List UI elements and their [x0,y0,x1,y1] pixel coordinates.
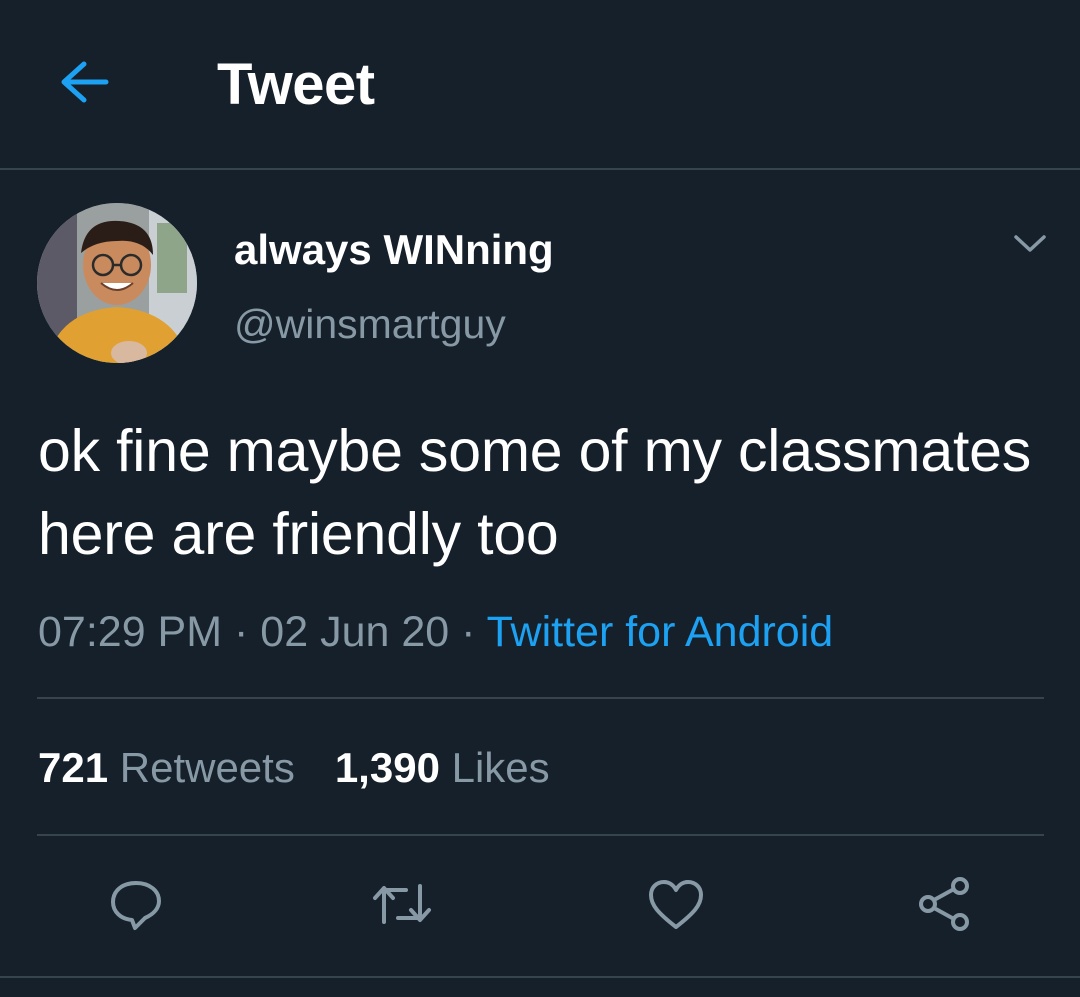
chevron-down-icon [1013,234,1047,259]
share-icon [914,874,974,939]
retweets-stat[interactable]: 721 Retweets [38,740,295,796]
meta-separator: · [461,608,487,656]
avatar[interactable] [37,203,197,363]
likes-count: 1,390 [334,744,452,791]
meta-separator: · [234,608,261,656]
like-icon [646,877,706,936]
tweet-date: 02 Jun 20 [260,608,450,656]
reply-button[interactable] [104,874,168,938]
tweet-text: ok fine maybe some of my classmates here… [38,418,1032,567]
likes-label: Likes [451,744,550,791]
share-button[interactable] [912,874,976,938]
top-app-bar: Tweet [0,0,1080,170]
like-button[interactable] [644,874,708,938]
retweets-label: Retweets [119,744,295,791]
retweets-count: 721 [38,744,120,791]
back-button[interactable] [52,52,116,116]
engagement-stats: 721 Retweets 1,390 Likes [38,740,590,796]
reply-icon [107,875,165,938]
tweet-meta: 07:29 PM · 02 Jun 20 · Twitter for Andro… [38,604,833,660]
retweet-button[interactable] [370,874,434,938]
divider [0,976,1080,978]
tweet-detail-screen: Tweet always WINning @winsmartguy ok fin… [0,0,1080,997]
divider [37,834,1044,836]
tweet-options-button[interactable] [1002,222,1058,270]
arrow-left-icon [58,60,110,109]
retweet-icon [370,878,434,935]
page-title: Tweet [217,52,375,117]
divider [37,697,1044,699]
likes-stat[interactable]: 1,390 Likes [335,740,550,796]
tweet-time: 07:29 PM [38,608,223,656]
author-display-name[interactable]: always WINning [234,224,554,276]
author-handle: @winsmartguy [234,301,506,347]
tweet-source-link[interactable]: Twitter for Android [487,608,834,656]
